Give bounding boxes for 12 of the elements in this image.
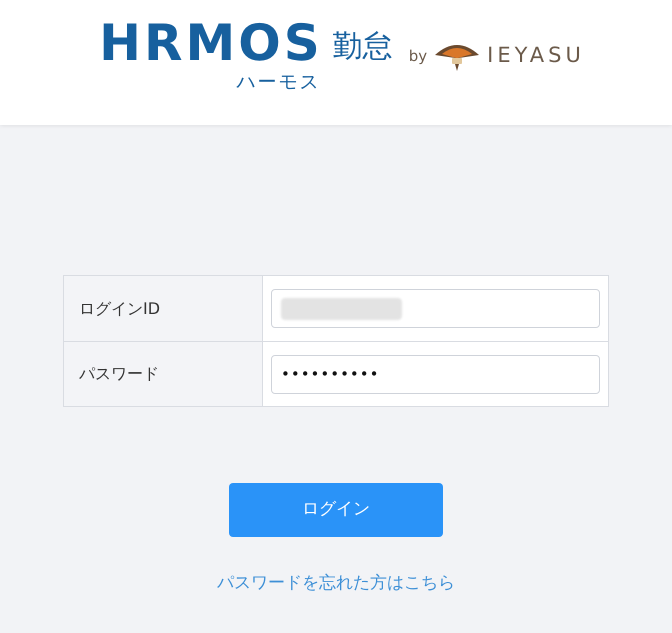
logo-reading: ハーモス (236, 70, 321, 94)
field-label: ログインID (79, 298, 160, 320)
partner-logo-text: IEYASU (487, 42, 585, 69)
logo-wordmark: HRMOS (99, 16, 323, 70)
forgot-password-link[interactable]: パスワードを忘れた方はこちら (217, 571, 455, 596)
field-label: パスワード (79, 363, 159, 385)
login-id-field[interactable] (271, 289, 600, 328)
logo-product-name: 勤怠 (332, 30, 393, 64)
logo-by: by (408, 46, 428, 66)
password-field[interactable]: •••••••••• (271, 354, 600, 394)
password-value: •••••••••• (281, 364, 380, 385)
login-button[interactable]: ログイン (229, 483, 443, 537)
